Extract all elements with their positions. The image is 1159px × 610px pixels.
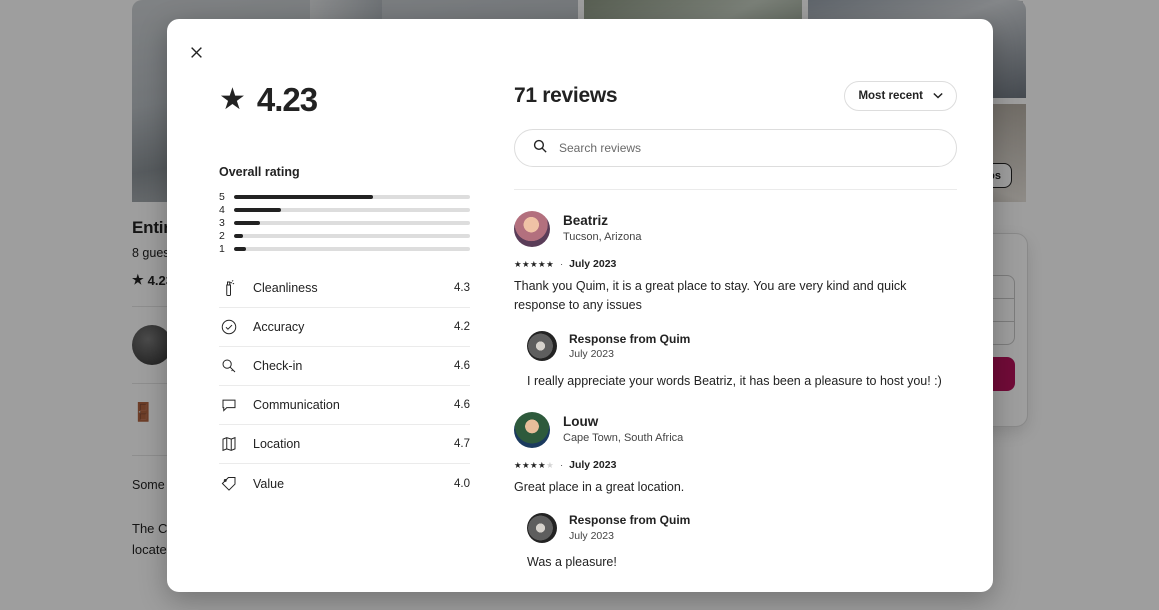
review-text: Thank you Quim, it is a great place to s… — [514, 279, 907, 313]
host-response-date: July 2023 — [569, 529, 614, 542]
key-icon — [219, 356, 239, 376]
overall-score: 4.23 — [256, 81, 318, 118]
category-label: Location — [253, 437, 301, 451]
category-label: Accuracy — [253, 320, 305, 334]
distribution-row-5: 5 — [219, 190, 470, 203]
host-response-title: Response from Quim — [569, 513, 691, 528]
host-response-text: I really appreciate your words Beatriz, … — [527, 373, 942, 388]
reviewer-name: Louw — [563, 414, 599, 430]
distribution-star-label: 1 — [219, 242, 225, 255]
category-value: 4.7 — [454, 438, 470, 450]
category-cleanliness: Cleanliness 4.3 — [219, 269, 470, 308]
reviewer-row: Beatriz Tucson, Arizona — [514, 211, 957, 247]
category-communication: Communication 4.6 — [219, 386, 470, 425]
reviews-divider — [514, 189, 957, 190]
host-response-title: Response from Quim — [569, 331, 691, 346]
tag-icon — [219, 474, 239, 494]
reviewer-location: Tucson, Arizona — [563, 231, 642, 244]
distribution-fill — [234, 207, 282, 212]
distribution-row-1: 1 — [219, 242, 470, 255]
close-icon[interactable] — [181, 37, 211, 67]
distribution-track — [234, 246, 470, 251]
chevron-down-icon — [933, 92, 943, 101]
star-icon: ★ — [219, 83, 246, 116]
map-icon — [219, 434, 239, 454]
avatar[interactable] — [527, 512, 557, 543]
review-text: Great place in a great location. — [514, 480, 685, 494]
rating-distribution: 5 4 3 2 1 — [219, 190, 470, 255]
avatar[interactable] — [514, 412, 550, 448]
host-response-header: Response from Quim July 2023 — [527, 331, 957, 362]
category-value: 4.3 — [454, 282, 470, 294]
reviews-list-pane[interactable]: 71 reviews Most recent Beatriz — [514, 19, 993, 592]
avatar[interactable] — [527, 331, 557, 362]
host-response-header: Response from Quim July 2023 — [527, 512, 957, 543]
distribution-star-label: 5 — [219, 190, 225, 203]
distribution-fill — [234, 220, 260, 225]
check-circle-icon — [219, 317, 239, 337]
search-input[interactable] — [559, 141, 938, 155]
reviewer-location: Cape Town, South Africa — [563, 432, 684, 445]
host-response-text: Was a pleasure! — [527, 555, 617, 570]
review-meta: ★★★★★ · July 2023 — [514, 258, 957, 270]
avatar[interactable] — [514, 211, 550, 247]
distribution-track — [234, 194, 470, 199]
search-reviews-field[interactable] — [514, 129, 957, 167]
review-item: Louw Cape Town, South Africa ★★★★★ · Jul… — [514, 412, 957, 573]
star-rating: ★★★★★ — [514, 258, 555, 269]
sort-dropdown[interactable]: Most recent — [844, 81, 957, 111]
distribution-star-label: 4 — [219, 203, 225, 216]
category-accuracy: Accuracy 4.2 — [219, 308, 470, 347]
distribution-row-2: 2 — [219, 229, 470, 242]
category-value: Value 4.0 — [219, 464, 470, 503]
category-checkin: Check-in 4.6 — [219, 347, 470, 386]
category-location: Location 4.7 — [219, 425, 470, 464]
reviews-count: 71 reviews — [514, 84, 618, 107]
distribution-track — [234, 233, 470, 238]
overall-rating-label: Overall rating — [219, 165, 300, 179]
category-label: Cleanliness — [253, 281, 318, 295]
host-response: Response from Quim July 2023 Was a pleas… — [527, 512, 957, 572]
sort-dropdown-label: Most recent — [858, 90, 923, 102]
overall-score-row: ★ 4.23 — [219, 81, 470, 119]
category-value: 4.6 — [454, 360, 470, 372]
category-value: 4.6 — [454, 399, 470, 411]
reviewer-row: Louw Cape Town, South Africa — [514, 412, 957, 448]
review-meta: ★★★★★ · July 2023 — [514, 459, 957, 471]
reviewer-name: Beatriz — [563, 213, 609, 229]
spray-bottle-icon — [219, 278, 239, 298]
overall-rating-pane: ★ 4.23 Overall rating 5 4 3 2 1 Cleanlin… — [167, 19, 514, 592]
host-response-date: July 2023 — [569, 347, 614, 360]
reviews-modal: ★ 4.23 Overall rating 5 4 3 2 1 Cleanlin… — [167, 19, 993, 592]
category-label: Value — [253, 476, 285, 491]
distribution-star-label: 3 — [219, 216, 225, 229]
category-value: 4.0 — [454, 477, 470, 490]
separator-dot: · — [560, 259, 564, 269]
distribution-row-4: 4 — [219, 203, 470, 216]
distribution-track — [234, 220, 470, 225]
review-date: July 2023 — [569, 459, 617, 471]
search-icon — [533, 139, 547, 158]
distribution-fill — [234, 194, 374, 199]
reviews-header: 71 reviews Most recent — [514, 81, 957, 111]
distribution-track — [234, 207, 470, 212]
review-item: Beatriz Tucson, Arizona ★★★★★ · July 202… — [514, 211, 957, 391]
star-rating: ★★★★★ — [514, 459, 555, 470]
category-label: Communication — [253, 398, 340, 412]
speech-bubble-icon — [219, 395, 239, 415]
separator-dot: · — [560, 460, 564, 470]
host-response: Response from Quim July 2023 I really ap… — [527, 331, 957, 391]
review-date: July 2023 — [569, 258, 617, 270]
distribution-fill — [234, 246, 246, 251]
distribution-star-label: 2 — [219, 229, 225, 242]
distribution-fill — [234, 233, 244, 238]
category-value: 4.2 — [454, 321, 470, 333]
distribution-row-3: 3 — [219, 216, 470, 229]
category-label: Check-in — [253, 359, 303, 373]
